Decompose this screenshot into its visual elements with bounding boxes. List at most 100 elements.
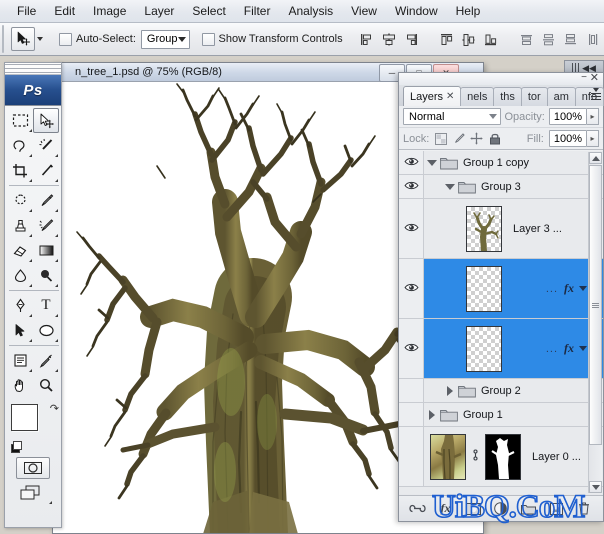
tool-flyout-triangle[interactable] bbox=[29, 126, 32, 132]
blur-icon[interactable] bbox=[7, 263, 33, 288]
toolbox-gripper[interactable] bbox=[5, 63, 61, 75]
layer-visibility-toggle[interactable] bbox=[399, 427, 424, 486]
auto-select-control[interactable]: Auto-Select: bbox=[59, 33, 136, 46]
layer-effects-chevron-down-icon[interactable] bbox=[579, 346, 587, 351]
link-layers-icon[interactable] bbox=[409, 501, 426, 517]
layer-visibility-toggle[interactable] bbox=[399, 259, 424, 318]
type-icon[interactable]: T bbox=[33, 293, 59, 318]
move-tool-icon[interactable] bbox=[33, 108, 59, 133]
layer-visibility-toggle[interactable] bbox=[399, 175, 424, 198]
menu-item-file[interactable]: File bbox=[8, 1, 45, 21]
layer-visibility-toggle[interactable] bbox=[399, 199, 424, 258]
align-right-edges-icon[interactable] bbox=[402, 30, 420, 48]
align-vertical-centers-icon[interactable] bbox=[460, 30, 478, 48]
tool-flyout-triangle[interactable] bbox=[55, 256, 58, 262]
lock-all-icon[interactable] bbox=[488, 132, 501, 145]
tool-preset-picker[interactable] bbox=[7, 27, 47, 51]
opacity-value[interactable]: 100% bbox=[549, 108, 587, 125]
eraser-icon[interactable] bbox=[7, 238, 33, 263]
align-bottom-edges-icon[interactable] bbox=[482, 30, 500, 48]
ellipse-shape-icon[interactable] bbox=[33, 318, 59, 343]
lock-position-icon[interactable] bbox=[470, 132, 483, 145]
lock-image-pixels-icon[interactable] bbox=[452, 132, 465, 145]
chevron-right-icon[interactable] bbox=[424, 410, 440, 420]
tool-preset-chevron-down-icon[interactable] bbox=[37, 37, 43, 41]
panel-tab-tor[interactable]: tor bbox=[521, 87, 548, 106]
history-brush-icon[interactable] bbox=[33, 213, 59, 238]
zoom-icon[interactable] bbox=[33, 373, 59, 398]
add-layer-mask-icon[interactable] bbox=[465, 501, 482, 517]
tool-flyout-triangle[interactable] bbox=[55, 281, 58, 287]
tool-flyout-triangle[interactable] bbox=[55, 231, 58, 237]
panel-tab-layers[interactable]: Layers✕ bbox=[403, 86, 461, 106]
close-icon[interactable]: ✕ bbox=[446, 91, 454, 102]
layer-row[interactable]: Group 1 copy bbox=[399, 151, 603, 175]
menu-item-help[interactable]: Help bbox=[447, 1, 490, 21]
show-transform-checkbox[interactable] bbox=[202, 33, 215, 46]
magic-wand-icon[interactable] bbox=[33, 133, 59, 158]
add-layer-style-icon[interactable]: fx bbox=[437, 501, 454, 517]
scroll-up-arrow-icon[interactable] bbox=[589, 152, 602, 164]
brush-icon[interactable] bbox=[33, 188, 59, 213]
tool-flyout-triangle[interactable] bbox=[29, 366, 32, 372]
menu-item-edit[interactable]: Edit bbox=[45, 1, 84, 21]
tool-flyout-triangle[interactable] bbox=[55, 366, 58, 372]
tool-flyout-triangle[interactable] bbox=[29, 206, 32, 212]
blend-mode-dropdown[interactable]: Normal bbox=[403, 108, 501, 125]
delete-layer-icon[interactable] bbox=[576, 501, 593, 517]
default-colors-icon[interactable] bbox=[11, 441, 22, 452]
layer-row[interactable]: ...fx bbox=[399, 319, 603, 379]
align-horizontal-centers-icon[interactable] bbox=[380, 30, 398, 48]
layer-visibility-toggle[interactable] bbox=[399, 379, 424, 402]
tool-flyout-triangle[interactable] bbox=[55, 151, 58, 157]
scroll-down-arrow-icon[interactable] bbox=[589, 481, 602, 493]
align-left-edges-icon[interactable] bbox=[358, 30, 376, 48]
pen-icon[interactable] bbox=[7, 293, 33, 318]
menu-item-select[interactable]: Select bbox=[183, 1, 234, 21]
tool-flyout-triangle[interactable] bbox=[29, 256, 32, 262]
eyedropper-icon[interactable] bbox=[33, 348, 59, 373]
layer-thumbnail[interactable] bbox=[466, 326, 502, 372]
tool-flyout-triangle[interactable] bbox=[55, 206, 58, 212]
gradient-icon[interactable] bbox=[33, 238, 59, 263]
hand-icon[interactable] bbox=[7, 373, 33, 398]
chevron-right-icon[interactable] bbox=[442, 386, 458, 396]
layer-visibility-toggle[interactable] bbox=[399, 319, 424, 378]
tool-flyout-triangle[interactable] bbox=[29, 176, 32, 182]
new-adjustment-layer-icon[interactable] bbox=[492, 501, 509, 517]
layer-effects-fx-icon[interactable]: fx bbox=[564, 341, 574, 356]
menu-item-filter[interactable]: Filter bbox=[235, 1, 280, 21]
rectangular-marquee-icon[interactable] bbox=[7, 108, 33, 133]
clone-stamp-icon[interactable] bbox=[7, 213, 33, 238]
menu-item-view[interactable]: View bbox=[342, 1, 386, 21]
tool-flyout-triangle[interactable] bbox=[29, 311, 32, 317]
layer-row[interactable]: Group 3 bbox=[399, 175, 603, 199]
panel-titlebar[interactable]: − ✕ bbox=[399, 73, 603, 85]
layer-thumbnail[interactable] bbox=[466, 266, 502, 312]
menu-item-analysis[interactable]: Analysis bbox=[279, 1, 342, 21]
foreground-color-swatch[interactable] bbox=[11, 404, 38, 431]
healing-brush-icon[interactable] bbox=[7, 188, 33, 213]
opacity-slider-arrow-icon[interactable]: ▸ bbox=[587, 108, 599, 125]
panel-close-icon[interactable]: ✕ bbox=[590, 73, 599, 83]
screen-mode-icon[interactable] bbox=[16, 484, 50, 503]
layer-visibility-toggle[interactable] bbox=[399, 403, 424, 426]
layer-effects-chevron-down-icon[interactable] bbox=[579, 286, 587, 291]
layer-thumbnail[interactable] bbox=[430, 434, 466, 480]
distribute-top-icon[interactable] bbox=[518, 30, 536, 48]
align-top-edges-icon[interactable] bbox=[438, 30, 456, 48]
tool-flyout-triangle[interactable] bbox=[55, 336, 58, 342]
auto-select-scope-dropdown[interactable]: Group bbox=[141, 30, 190, 49]
path-selection-icon[interactable] bbox=[7, 318, 33, 343]
menu-item-image[interactable]: Image bbox=[84, 1, 135, 21]
distribute-bottom-icon[interactable] bbox=[562, 30, 580, 48]
layer-effects-fx-icon[interactable]: fx bbox=[564, 281, 574, 296]
lock-transparent-pixels-icon[interactable] bbox=[434, 132, 447, 145]
tool-flyout-triangle[interactable] bbox=[29, 281, 32, 287]
slice-icon[interactable] bbox=[33, 158, 59, 183]
dodge-icon[interactable] bbox=[33, 263, 59, 288]
tool-flyout-triangle[interactable] bbox=[55, 311, 58, 317]
panel-minimize-icon[interactable]: − bbox=[581, 74, 587, 82]
quick-mask-icon[interactable] bbox=[16, 457, 50, 479]
show-transform-controls-control[interactable]: Show Transform Controls bbox=[202, 33, 343, 46]
